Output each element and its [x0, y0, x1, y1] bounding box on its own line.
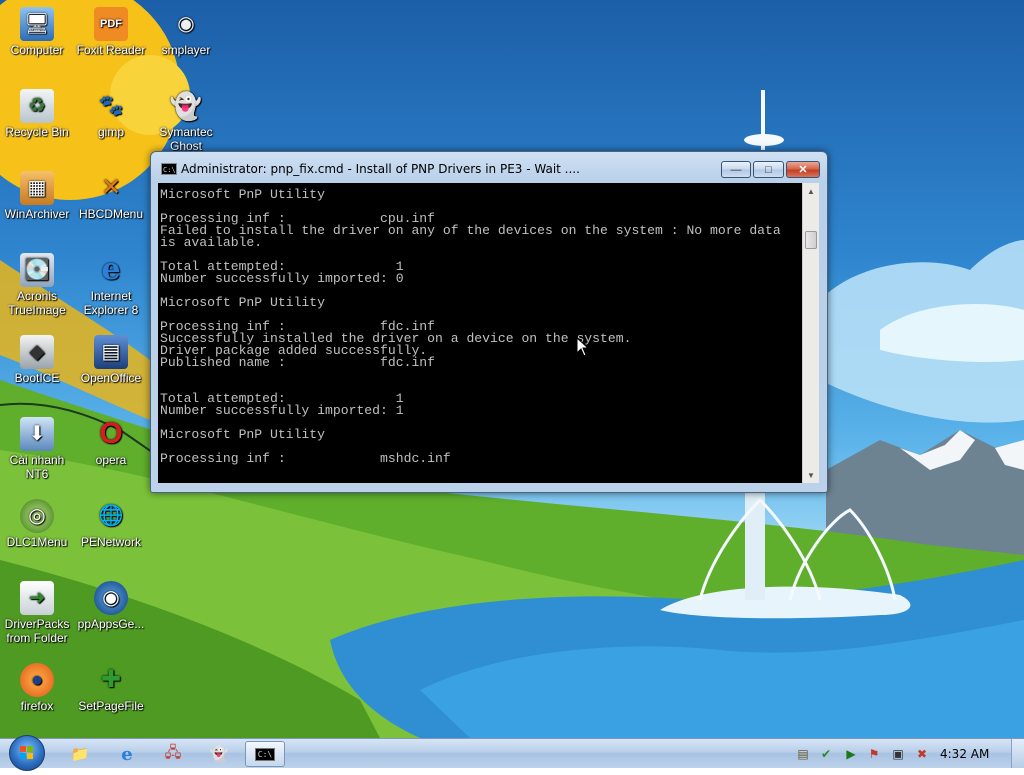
desktop-icon-bootice[interactable]: ◆ BootICE: [0, 335, 74, 385]
desktop-icon-hbcdmenu[interactable]: ✕ HBCDMenu: [74, 171, 148, 222]
taskbar-clock[interactable]: 4:32 AM: [940, 747, 989, 761]
setpagefile-icon: ✚: [100, 666, 122, 693]
cmd-window-icon[interactable]: C:\.: [161, 163, 180, 175]
close-button[interactable]: ✕: [786, 161, 820, 178]
bootice-icon: ◆: [20, 335, 54, 369]
taskbar-ghost[interactable]: 👻: [199, 741, 239, 767]
taskbar: 📁 e 🖧 👻 C:\ ▤ ✔ ▶ ⚑ ▣ ✖ 4:32 AM: [0, 735, 1024, 771]
desktop-icon-foxit-reader[interactable]: PDF Foxit Reader: [74, 7, 148, 57]
desktop-icon-firefox[interactable]: ● firefox: [0, 663, 74, 713]
ie-taskbar-icon: e: [121, 743, 133, 765]
acronis-icon: 💽: [20, 253, 54, 287]
desktop-icon-ppappsge[interactable]: ◉ ppAppsGe...: [74, 581, 148, 631]
ghost-icon: 👻: [169, 91, 203, 121]
dlc-icon: ◎: [20, 499, 54, 533]
windows-logo-icon: [20, 746, 33, 759]
desktop-icon-smplayer[interactable]: ◉ smplayer: [149, 7, 223, 57]
smplayer-icon: ◉: [177, 13, 195, 35]
openoffice-icon: ▤: [94, 335, 128, 369]
gimp-icon: 🐾: [98, 95, 124, 117]
network-taskbar-icon: 🖧: [164, 743, 182, 761]
firefox-icon: ●: [20, 663, 54, 697]
tray-network-icon[interactable]: ⚑: [866, 746, 882, 762]
scroll-thumb[interactable]: [805, 231, 817, 249]
taskbar-network[interactable]: 🖧: [153, 741, 193, 767]
desktop-icon-dlc1menu[interactable]: ◎ DLC1Menu: [0, 499, 74, 549]
desktop-icon-internet-explorer[interactable]: e Internet Explorer 8: [74, 252, 148, 318]
start-button[interactable]: [9, 735, 45, 771]
computer-icon: 🖥: [20, 7, 54, 41]
opera-icon: O: [99, 417, 123, 450]
tray-volume-muted-icon[interactable]: ✖: [914, 746, 930, 762]
desktop-icon-driverpacks[interactable]: ➜ DriverPacks from Folder: [0, 581, 74, 645]
cmd-window[interactable]: C:\. Administrator: pnp_fix.cmd - Instal…: [150, 151, 828, 493]
mouse-pointer-icon: [576, 337, 590, 357]
console-output: Microsoft PnP Utility Processing inf : c…: [160, 187, 781, 466]
desktop-icon-acronis[interactable]: 💽 Acronis TrueImage: [0, 253, 74, 317]
archive-icon: ▦: [20, 171, 54, 205]
ppapps-icon: ◉: [94, 581, 128, 615]
desktop-icon-openoffice[interactable]: ▤ OpenOffice: [74, 335, 148, 385]
desktop-icon-winarchiver[interactable]: ▦ WinArchiver: [0, 171, 74, 221]
driverpacks-icon: ➜: [20, 581, 54, 615]
scroll-down-arrow-icon[interactable]: ▼: [803, 467, 819, 483]
console-scrollbar[interactable]: ▲ ▼: [802, 183, 819, 483]
tools-icon: ✕: [100, 174, 122, 201]
show-desktop-button[interactable]: [1011, 739, 1024, 768]
desktop-icon-cai-nhanh-nt6[interactable]: ⬇ Cài nhanh NT6: [0, 417, 74, 481]
desktop-icon-gimp[interactable]: 🐾 gimp: [74, 89, 148, 139]
explorer-taskbar-icon: 📁: [70, 746, 90, 763]
tray-security-icon[interactable]: ✔: [818, 746, 834, 762]
desktop-icon-recycle-bin[interactable]: ♻ Recycle Bin: [0, 89, 74, 139]
cmd-titlebar[interactable]: C:\. Administrator: pnp_fix.cmd - Instal…: [151, 152, 827, 182]
taskbar-ie[interactable]: e: [107, 741, 147, 767]
recycle-bin-icon: ♻: [20, 89, 54, 123]
tray-display-icon[interactable]: ▣: [890, 746, 906, 762]
ie-icon: e: [101, 252, 121, 287]
cmd-console[interactable]: Microsoft PnP Utility Processing inf : c…: [158, 183, 802, 483]
cmd-window-title: Administrator: pnp_fix.cmd - Install of …: [181, 162, 580, 176]
tray-play-icon[interactable]: ▶: [843, 746, 859, 762]
taskbar-explorer[interactable]: 📁: [60, 741, 100, 767]
install-icon: ⬇: [20, 417, 54, 451]
minimize-button[interactable]: —: [721, 161, 751, 178]
desktop-icon-symantec-ghost[interactable]: 👻 Symantec Ghost: [149, 89, 223, 153]
pdf-icon: PDF: [94, 7, 128, 41]
desktop-icon-penetwork[interactable]: 🌐 PENetwork: [74, 499, 148, 549]
maximize-button[interactable]: □: [753, 161, 784, 178]
cmd-taskbar-icon: C:\: [254, 747, 276, 761]
desktop-icon-setpagefile[interactable]: ✚ SetPageFile: [74, 663, 148, 714]
scroll-up-arrow-icon[interactable]: ▲: [803, 183, 819, 199]
desktop-icon-opera[interactable]: O opera: [74, 417, 148, 468]
tray-drive-icon[interactable]: ▤: [795, 746, 811, 762]
ghost-taskbar-icon: 👻: [209, 746, 229, 763]
desktop-icon-computer[interactable]: 🖥 Computer: [0, 7, 74, 57]
network-icon: 🌐: [98, 505, 124, 527]
taskbar-cmd[interactable]: C:\: [245, 741, 285, 767]
